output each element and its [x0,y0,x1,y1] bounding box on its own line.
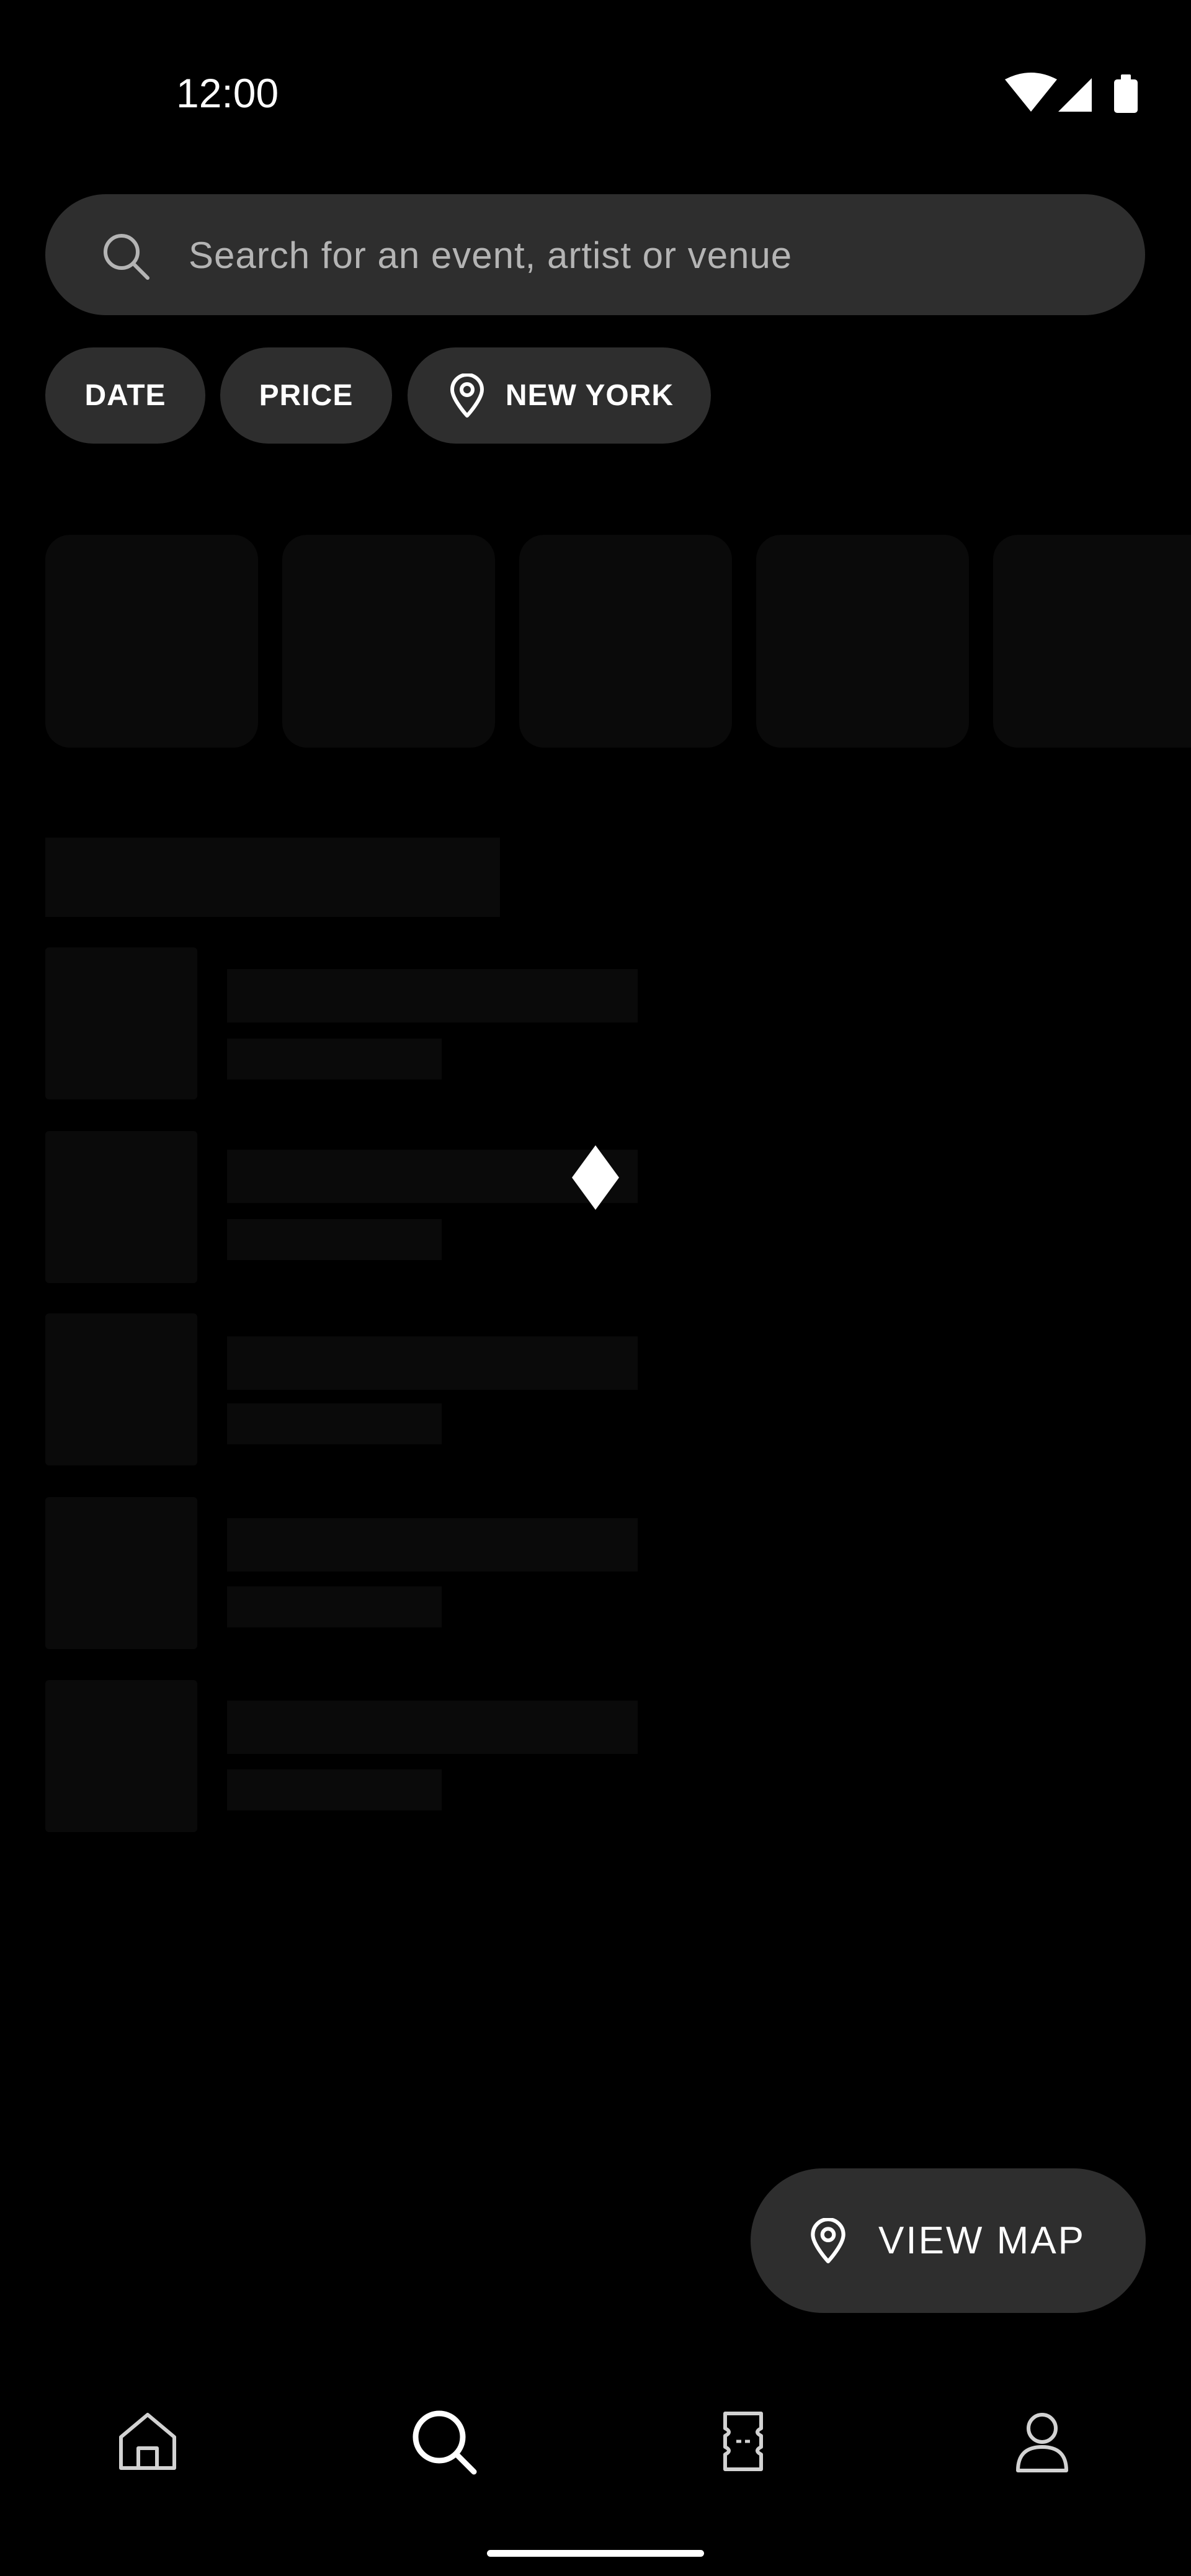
skeleton-line [227,1586,442,1627]
date-filter-label: DATE [84,379,166,412]
skeleton-tile [993,535,1191,748]
date-filter-chip[interactable]: DATE [45,347,205,444]
search-input[interactable]: Search for an event, artist or venue [189,230,792,282]
skeleton-tile [756,535,969,748]
search-icon [104,234,149,280]
skeleton-thumbnail [45,1680,197,1832]
skeleton-line [227,1403,442,1444]
skeleton-tile [519,535,732,748]
status-time: 12:00 [176,70,279,116]
battery-icon [1114,74,1138,113]
profile-icon[interactable] [1008,2407,1076,2475]
view-map-label: VIEW MAP [878,2219,1086,2262]
skeleton-line [227,1701,638,1754]
ticket-icon[interactable] [709,2407,777,2475]
skeleton-line [227,1518,638,1572]
diamond-loading-spinner [572,1145,619,1210]
skeleton-thumbnail [45,947,197,1099]
skeleton-line [227,1219,442,1260]
location-filter-chip[interactable]: NEW YORK [408,347,711,444]
status-icons [1005,73,1138,113]
skeleton-section-title [45,838,500,917]
skeleton-tile [282,535,495,748]
location-filter-label: NEW YORK [505,379,674,412]
skeleton-thumbnail [45,1313,197,1465]
location-pin-icon [450,373,484,418]
skeleton-line [227,1336,638,1390]
search-icon[interactable] [409,2407,478,2475]
skeleton-thumbnail [45,1131,197,1283]
home-icon[interactable] [114,2407,182,2475]
skeleton-thumbnail [45,1497,197,1649]
skeleton-line [227,1769,442,1810]
skeleton-line [227,969,638,1022]
skeleton-tile [45,535,258,748]
signal-icon [1058,78,1092,112]
wifi-icon [1005,73,1057,112]
home-indicator [487,2550,704,2557]
skeleton-line [227,1039,442,1080]
price-filter-label: PRICE [259,379,354,412]
location-pin-icon [811,2217,845,2263]
price-filter-chip[interactable]: PRICE [220,347,392,444]
view-map-button[interactable]: VIEW MAP [751,2168,1146,2313]
